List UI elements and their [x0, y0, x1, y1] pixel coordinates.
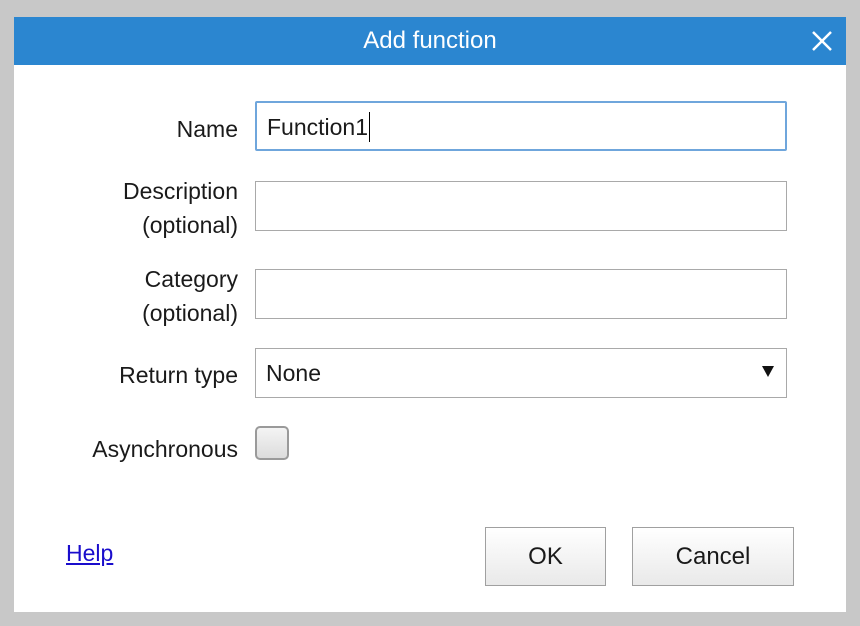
- asynchronous-checkbox[interactable]: [255, 426, 289, 460]
- ok-button[interactable]: OK: [485, 527, 606, 586]
- dropdown-arrow-icon: [762, 366, 774, 377]
- dialog-title: Add function: [363, 27, 497, 54]
- return-type-value: None: [266, 360, 321, 386]
- name-field[interactable]: Function1: [255, 101, 787, 151]
- help-link[interactable]: Help: [66, 540, 113, 567]
- description-label: Description (optional): [123, 174, 238, 242]
- name-label: Name: [176, 116, 238, 142]
- close-button[interactable]: [808, 27, 836, 55]
- title-bar: Add function: [14, 17, 846, 65]
- add-function-dialog: Add function Name Function1 Description …: [14, 17, 846, 612]
- description-label-line2: (optional): [142, 212, 238, 238]
- category-field[interactable]: [255, 269, 787, 319]
- category-label-line2: (optional): [142, 300, 238, 326]
- description-field[interactable]: [255, 181, 787, 231]
- name-field-value: Function1: [267, 103, 371, 151]
- return-type-label: Return type: [119, 362, 238, 388]
- category-label-line1: Category: [144, 266, 238, 292]
- category-label: Category (optional): [142, 262, 238, 330]
- close-icon: [812, 31, 832, 51]
- text-caret: [369, 111, 371, 142]
- asynchronous-label: Asynchronous: [92, 436, 238, 462]
- cancel-button[interactable]: Cancel: [632, 527, 794, 586]
- return-type-select[interactable]: None: [255, 348, 787, 398]
- description-label-line1: Description: [122, 178, 238, 204]
